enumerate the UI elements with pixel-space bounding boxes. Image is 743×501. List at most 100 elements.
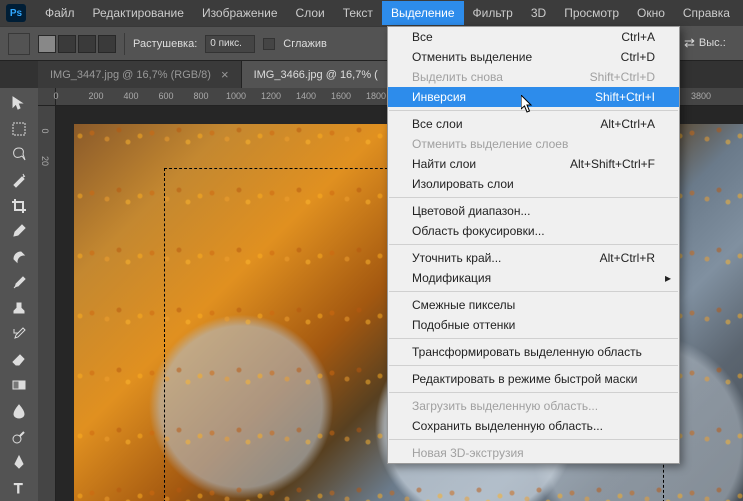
menu-выделение[interactable]: Выделение bbox=[382, 1, 464, 25]
menu-item[interactable]: Область фокусировки... bbox=[388, 221, 679, 241]
mode-subtract[interactable] bbox=[78, 35, 96, 53]
menu-separator bbox=[389, 197, 678, 198]
menu-item[interactable]: Модификация ▸ bbox=[388, 268, 679, 288]
brush-tool[interactable] bbox=[7, 271, 31, 295]
menu-item-label: Отменить выделение слоев bbox=[412, 137, 568, 151]
menu-item-label: Трансформировать выделенную область bbox=[412, 345, 642, 359]
menu-файл[interactable]: Файл bbox=[36, 1, 84, 25]
menu-item-label: Отменить выделение bbox=[412, 50, 532, 64]
feather-label: Растушевка: bbox=[133, 38, 197, 50]
menu-item: Новая 3D-экструзия bbox=[388, 443, 679, 463]
svg-text:T: T bbox=[14, 480, 23, 496]
menu-item-label: Уточнить край... bbox=[412, 251, 501, 265]
dodge-tool[interactable] bbox=[7, 425, 31, 449]
menu-просмотр[interactable]: Просмотр bbox=[555, 1, 628, 25]
mode-intersect[interactable] bbox=[98, 35, 116, 53]
menu-текст[interactable]: Текст bbox=[334, 1, 382, 25]
mode-new[interactable] bbox=[38, 35, 56, 53]
menu-item-label: Загрузить выделенную область... bbox=[412, 399, 598, 413]
menu-item-shortcut: Ctrl+A bbox=[621, 30, 655, 44]
selection-menu-dropdown: Все Ctrl+A Отменить выделение Ctrl+D Выделит… bbox=[387, 26, 680, 464]
menu-фильтр[interactable]: Фильтр bbox=[464, 1, 522, 25]
menu-слои[interactable]: Слои bbox=[287, 1, 334, 25]
menu-item-label: Смежные пикселы bbox=[412, 298, 515, 312]
menu-separator bbox=[389, 439, 678, 440]
menu-separator bbox=[389, 244, 678, 245]
menu-item-label: Область фокусировки... bbox=[412, 224, 545, 238]
menu-редактирование[interactable]: Редактирование bbox=[84, 1, 193, 25]
crop-tool[interactable] bbox=[7, 194, 31, 218]
tool-preset[interactable] bbox=[8, 33, 30, 55]
marquee-tool[interactable] bbox=[7, 117, 31, 141]
app-logo: Ps bbox=[6, 4, 26, 22]
ruler-vertical: 020 bbox=[38, 106, 56, 501]
menu-item[interactable]: Найти слои Alt+Shift+Ctrl+F bbox=[388, 154, 679, 174]
menu-item[interactable]: Все слои Alt+Ctrl+A bbox=[388, 114, 679, 134]
gradient-tool[interactable] bbox=[7, 374, 31, 398]
menu-item-label: Инверсия bbox=[412, 90, 466, 104]
menu-изображение[interactable]: Изображение bbox=[193, 1, 287, 25]
antialias-label: Сглажив bbox=[283, 38, 327, 50]
menu-item-label: Изолировать слои bbox=[412, 177, 514, 191]
close-icon[interactable]: × bbox=[221, 67, 229, 82]
menubar: Ps ФайлРедактированиеИзображениеСлоиТекс… bbox=[0, 0, 743, 26]
antialias-checkbox[interactable] bbox=[263, 38, 275, 50]
link-icon: ⇄ bbox=[684, 35, 695, 51]
menu-item: Отменить выделение слоев bbox=[388, 134, 679, 154]
menu-item[interactable]: Подобные оттенки bbox=[388, 315, 679, 335]
menu-item-label: Подобные оттенки bbox=[412, 318, 515, 332]
wand-tool[interactable] bbox=[7, 168, 31, 192]
menu-item[interactable]: Редактировать в режиме быстрой маски bbox=[388, 369, 679, 389]
menu-item-shortcut: Ctrl+D bbox=[621, 50, 655, 64]
menu-item-shortcut: Shift+Ctrl+I bbox=[595, 90, 655, 104]
history-brush-tool[interactable] bbox=[7, 322, 31, 346]
menu-item-label: Новая 3D-экструзия bbox=[412, 446, 524, 460]
menu-item-shortcut: Alt+Ctrl+R bbox=[600, 251, 655, 265]
menu-item[interactable]: Все Ctrl+A bbox=[388, 27, 679, 47]
menu-item-shortcut: Shift+Ctrl+D bbox=[590, 70, 655, 84]
menu-item[interactable]: Изолировать слои bbox=[388, 174, 679, 194]
tab-label: IMG_3447.jpg @ 16,7% (RGB/8) bbox=[50, 69, 211, 81]
menu-item[interactable]: Сохранить выделенную область... bbox=[388, 416, 679, 436]
menu-3d[interactable]: 3D bbox=[522, 1, 555, 25]
menu-item-label: Все слои bbox=[412, 117, 463, 131]
menu-item[interactable]: Отменить выделение Ctrl+D bbox=[388, 47, 679, 67]
menu-справка[interactable]: Справка bbox=[674, 1, 739, 25]
height-label: Выс.: bbox=[699, 37, 726, 49]
menu-item-label: Сохранить выделенную область... bbox=[412, 419, 603, 433]
stamp-tool[interactable] bbox=[7, 297, 31, 321]
menu-separator bbox=[389, 392, 678, 393]
healing-tool[interactable] bbox=[7, 245, 31, 269]
menu-separator bbox=[389, 365, 678, 366]
menu-item-label: Редактировать в режиме быстрой маски bbox=[412, 372, 637, 386]
menu-окно[interactable]: Окно bbox=[628, 1, 674, 25]
mode-add[interactable] bbox=[58, 35, 76, 53]
document-tab[interactable]: IMG_3447.jpg @ 16,7% (RGB/8) × bbox=[38, 61, 242, 88]
menu-item[interactable]: Трансформировать выделенную область bbox=[388, 342, 679, 362]
menu-item-label: Цветовой диапазон... bbox=[412, 204, 530, 218]
move-tool[interactable] bbox=[7, 91, 31, 115]
selection-mode-group bbox=[38, 35, 116, 53]
eraser-tool[interactable] bbox=[7, 348, 31, 372]
menu-item[interactable]: Инверсия Shift+Ctrl+I bbox=[388, 87, 679, 107]
feather-input[interactable] bbox=[205, 35, 255, 53]
blur-tool[interactable] bbox=[7, 399, 31, 423]
menu-item-shortcut: Alt+Ctrl+A bbox=[600, 117, 655, 131]
menu-item-shortcut: Alt+Shift+Ctrl+F bbox=[570, 157, 655, 171]
document-tab[interactable]: IMG_3466.jpg @ 16,7% (× bbox=[242, 61, 409, 88]
eyedropper-tool[interactable] bbox=[7, 219, 31, 243]
menu-item[interactable]: Смежные пикселы bbox=[388, 295, 679, 315]
menu-item-label: Выделить снова bbox=[412, 70, 503, 84]
options-right: ⇄ Выс.: bbox=[680, 26, 743, 61]
menu-item-label: Все bbox=[412, 30, 433, 44]
menu-item[interactable]: Цветовой диапазон... bbox=[388, 201, 679, 221]
menu-item-label: Найти слои bbox=[412, 157, 476, 171]
menu-separator bbox=[389, 110, 678, 111]
menu-item-label: Модификация bbox=[412, 271, 491, 285]
submenu-arrow-icon: ▸ bbox=[665, 271, 671, 285]
lasso-tool[interactable] bbox=[7, 142, 31, 166]
menu-item[interactable]: Уточнить край... Alt+Ctrl+R bbox=[388, 248, 679, 268]
menu-item: Загрузить выделенную область... bbox=[388, 396, 679, 416]
pen-tool[interactable] bbox=[7, 451, 31, 475]
type-tool[interactable]: T bbox=[7, 476, 31, 500]
